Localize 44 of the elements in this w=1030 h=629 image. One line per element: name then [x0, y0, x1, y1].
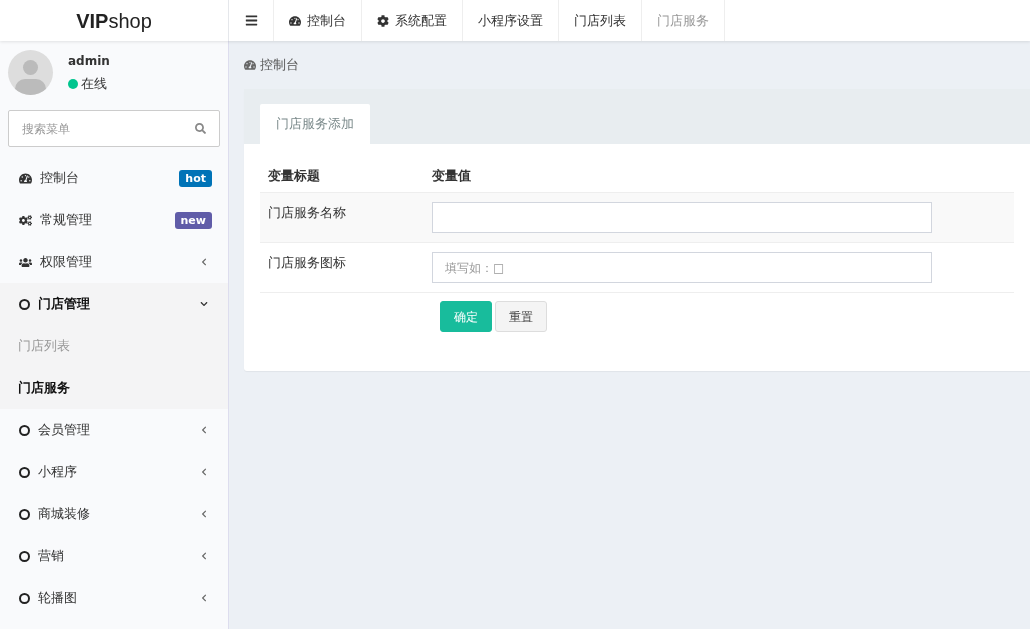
sidebar-item[interactable]: 营销 — [0, 535, 228, 577]
gears-icon — [19, 213, 32, 227]
chevron-left-icon — [200, 594, 208, 602]
user-name: admin — [68, 52, 110, 70]
nav-tab[interactable]: 小程序设置 — [463, 0, 559, 41]
logo[interactable]: VIPshop — [76, 5, 152, 36]
dashboard-icon — [289, 14, 301, 27]
column-header: 变量值 — [432, 167, 471, 186]
chevron-left-icon — [200, 426, 208, 434]
nav-tab[interactable]: 门店列表 — [559, 0, 642, 41]
nav-tab[interactable]: 控制台 — [273, 0, 362, 41]
sidebar-item[interactable]: 权限管理 — [0, 241, 228, 283]
panel-tab[interactable]: 门店服务添加 — [260, 104, 370, 144]
input-field[interactable] — [432, 202, 932, 233]
sidebar-item[interactable]: 控制台 hot — [0, 157, 228, 199]
nav-tab[interactable]: 系统配置 — [362, 0, 463, 41]
sidebar-item[interactable]: 常规管理 new — [0, 199, 228, 241]
column-header: 变量标题 — [267, 167, 321, 186]
sidebar-item[interactable]: 会员管理 — [0, 409, 228, 451]
user-status: 在线 — [81, 74, 107, 93]
menu-badge: hot — [179, 169, 212, 187]
menu-badge: new — [174, 211, 212, 229]
chevron-left-icon — [200, 510, 208, 518]
chevron-down-icon — [200, 300, 208, 308]
search-icon — [195, 123, 206, 134]
sidebar-item[interactable]: 轮播图 — [0, 577, 228, 619]
chevron-left-icon — [200, 258, 208, 266]
sidebar-item[interactable]: 商城装修 — [0, 493, 228, 535]
input-field[interactable]: 填写如：□ — [432, 252, 932, 283]
avatar-silhouette — [8, 50, 53, 95]
submenu-item[interactable]: 门店服务 — [0, 367, 228, 409]
sidebar-item[interactable]: 门店管理 — [0, 283, 228, 325]
dashboard-icon — [244, 59, 256, 71]
reset-button[interactable]: 重置 — [495, 301, 547, 332]
table-cell-text: 门店服务图标 — [267, 254, 347, 272]
table-cell-text: 门店服务名称 — [267, 204, 347, 222]
search-field[interactable]: 搜索菜单 — [8, 110, 220, 147]
chevron-left-icon — [200, 552, 208, 560]
dashboard-icon — [19, 171, 32, 185]
sidebar-item[interactable]: 小程序 — [0, 451, 228, 493]
chevron-left-icon — [200, 468, 208, 476]
users-icon — [19, 255, 32, 269]
settings-icon — [377, 14, 389, 27]
breadcrumb-link[interactable]: 控制台 — [260, 55, 299, 75]
